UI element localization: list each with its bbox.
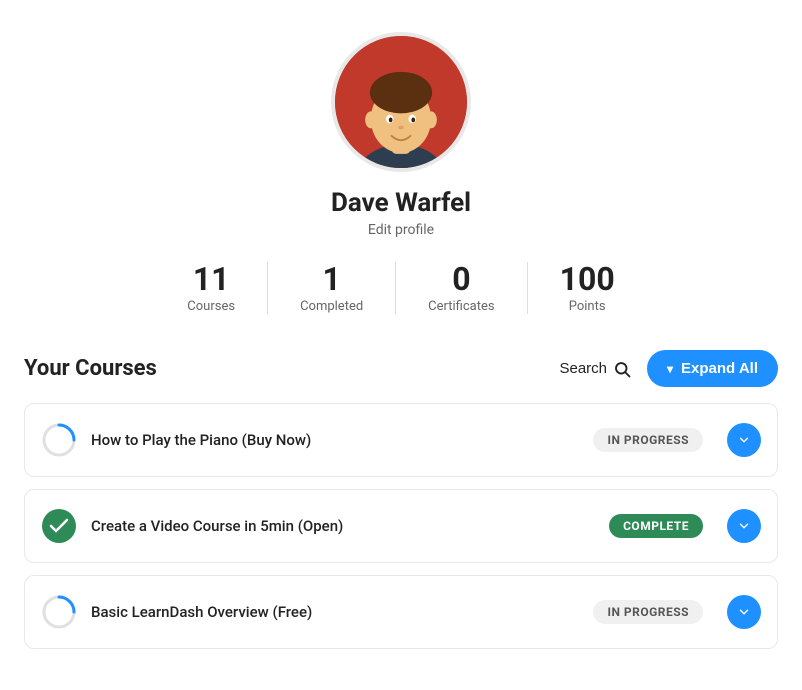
course-dropdown-button-1[interactable] [727,423,761,457]
status-badge-3: IN PROGRESS [593,600,703,624]
course-name-2: Create a Video Course in 5min (Open) [91,517,595,535]
complete-icon [41,508,77,544]
search-label: Search [559,360,607,377]
course-dropdown-button-2[interactable] [727,509,761,543]
status-badge-2: COMPLETE [609,514,703,538]
stat-certificates-value: 0 [452,262,470,297]
stat-points: 100 Points [527,262,647,314]
status-badge-1: IN PROGRESS [593,428,703,452]
chevron-down-icon [737,519,751,533]
avatar-image [335,36,467,168]
courses-title: Your Courses [24,356,157,381]
stat-points-value: 100 [560,262,615,297]
in-progress-icon-3 [41,594,77,630]
stat-completed: 1 Completed [267,262,395,314]
stat-courses-value: 11 [193,262,230,297]
courses-section: Your Courses Search ▾ Expand All How to … [0,342,802,685]
course-name-3: Basic LearnDash Overview (Free) [91,603,579,621]
stat-courses: 11 Courses [155,262,267,314]
chevron-down-icon [737,433,751,447]
expand-all-label: Expand All [681,360,758,377]
stat-certificates-label: Certificates [428,299,494,314]
chevron-down-icon: ▾ [667,362,673,376]
stat-completed-value: 1 [322,262,340,297]
stat-points-label: Points [569,299,606,314]
stats-row: 11 Courses 1 Completed 0 Certificates 10… [155,262,646,314]
header-actions: Search ▾ Expand All [559,350,778,387]
course-card-2: Create a Video Course in 5min (Open) COM… [24,489,778,563]
courses-header: Your Courses Search ▾ Expand All [24,350,778,387]
search-icon [613,360,631,378]
course-name-1: How to Play the Piano (Buy Now) [91,431,579,449]
search-button[interactable]: Search [559,360,631,378]
chevron-down-icon [737,605,751,619]
stat-completed-label: Completed [300,299,363,314]
profile-section: Dave Warfel Edit profile 11 Courses 1 Co… [0,0,802,342]
avatar [331,32,471,172]
in-progress-icon [41,422,77,458]
course-card-3: Basic LearnDash Overview (Free) IN PROGR… [24,575,778,649]
course-dropdown-button-3[interactable] [727,595,761,629]
expand-all-button[interactable]: ▾ Expand All [647,350,778,387]
edit-profile-link[interactable]: Edit profile [368,222,434,238]
stat-courses-label: Courses [187,299,235,314]
stat-certificates: 0 Certificates [395,262,526,314]
user-name: Dave Warfel [331,188,471,218]
course-card-1: How to Play the Piano (Buy Now) IN PROGR… [24,403,778,477]
